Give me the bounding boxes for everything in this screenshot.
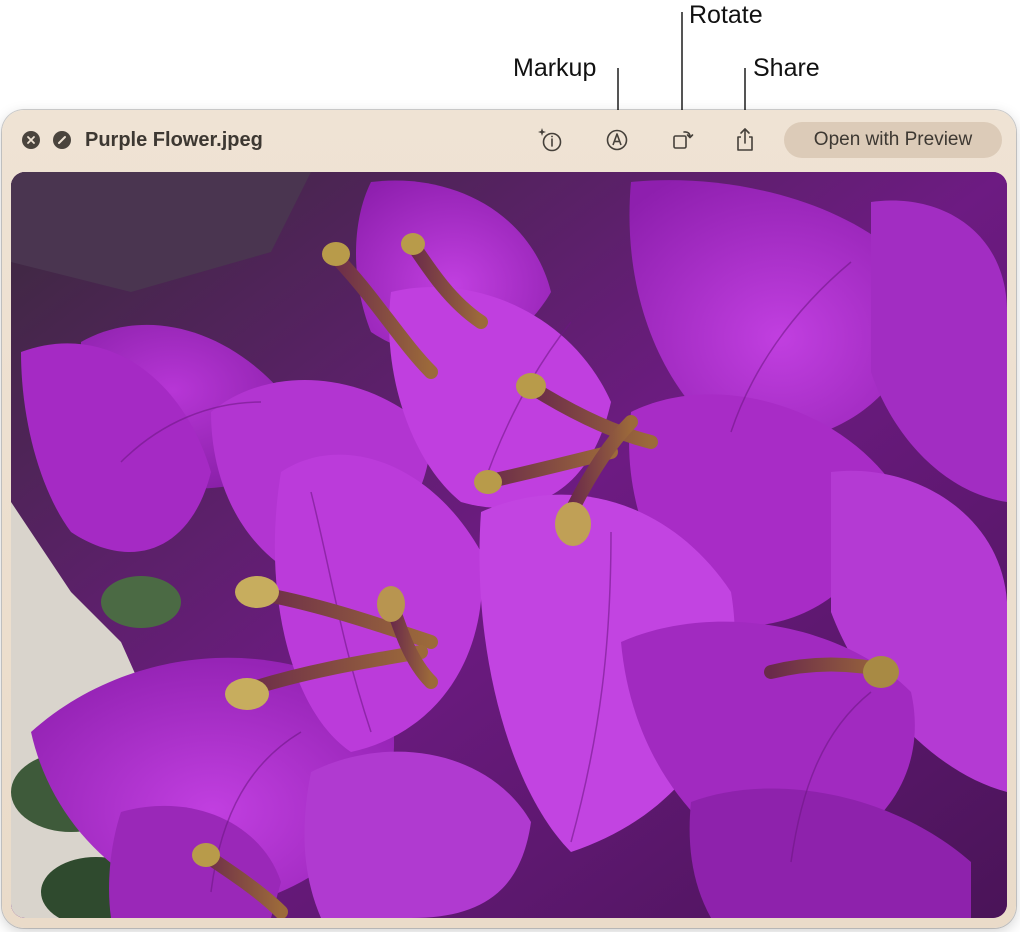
visual-lookup-icon[interactable] bbox=[534, 124, 566, 156]
callout-rotate-label: Rotate bbox=[689, 1, 763, 29]
callout-share-label: Share bbox=[753, 54, 820, 82]
window-title: Purple Flower.jpeg bbox=[85, 129, 263, 151]
callout-rotate-line bbox=[681, 12, 683, 126]
photo-preview bbox=[11, 172, 1007, 918]
quick-look-window: Purple Flower.jpeg Open with Preview bbox=[2, 110, 1016, 928]
close-icon[interactable] bbox=[22, 131, 40, 149]
title-bar: Purple Flower.jpeg Open with Preview bbox=[2, 110, 1016, 172]
rotate-icon[interactable] bbox=[666, 124, 698, 156]
open-with-preview-button[interactable]: Open with Preview bbox=[784, 122, 1002, 158]
fullscreen-icon[interactable] bbox=[53, 131, 71, 149]
markup-icon[interactable] bbox=[601, 124, 633, 156]
share-icon[interactable] bbox=[729, 124, 761, 156]
callout-markup-label: Markup bbox=[513, 54, 597, 82]
